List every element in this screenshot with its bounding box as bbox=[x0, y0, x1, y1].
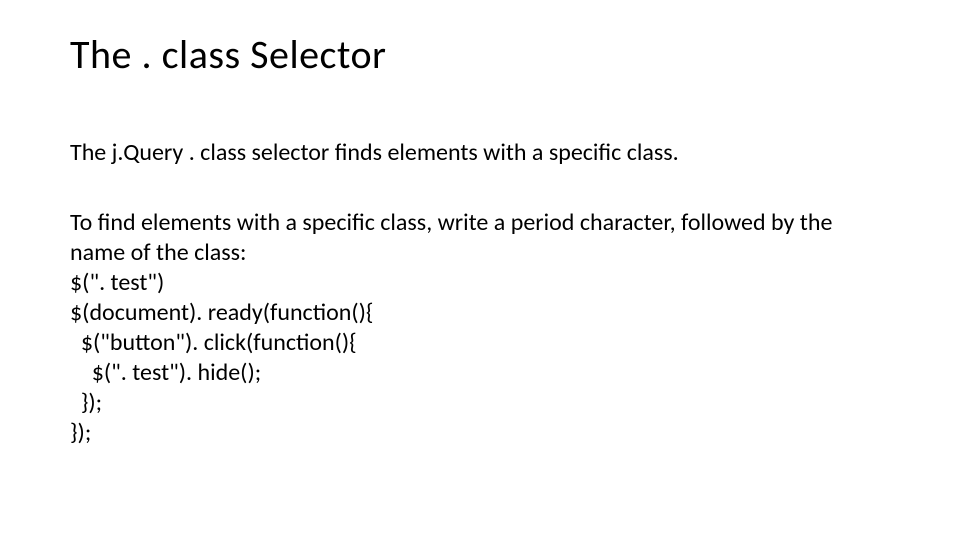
code-line-5: }); bbox=[70, 388, 890, 418]
intro-paragraph: The j.Query . class selector finds eleme… bbox=[70, 139, 890, 168]
description-paragraph: To find elements with a specific class, … bbox=[70, 208, 890, 268]
code-line-1: $(". test") bbox=[70, 268, 890, 298]
slide-title: The . class Selector bbox=[70, 30, 890, 79]
code-line-2: $(document). ready(function(){ bbox=[70, 298, 890, 328]
code-line-6: }); bbox=[70, 418, 890, 448]
code-line-4: $(". test"). hide(); bbox=[70, 358, 890, 388]
code-line-3: $("button"). click(function(){ bbox=[70, 328, 890, 358]
